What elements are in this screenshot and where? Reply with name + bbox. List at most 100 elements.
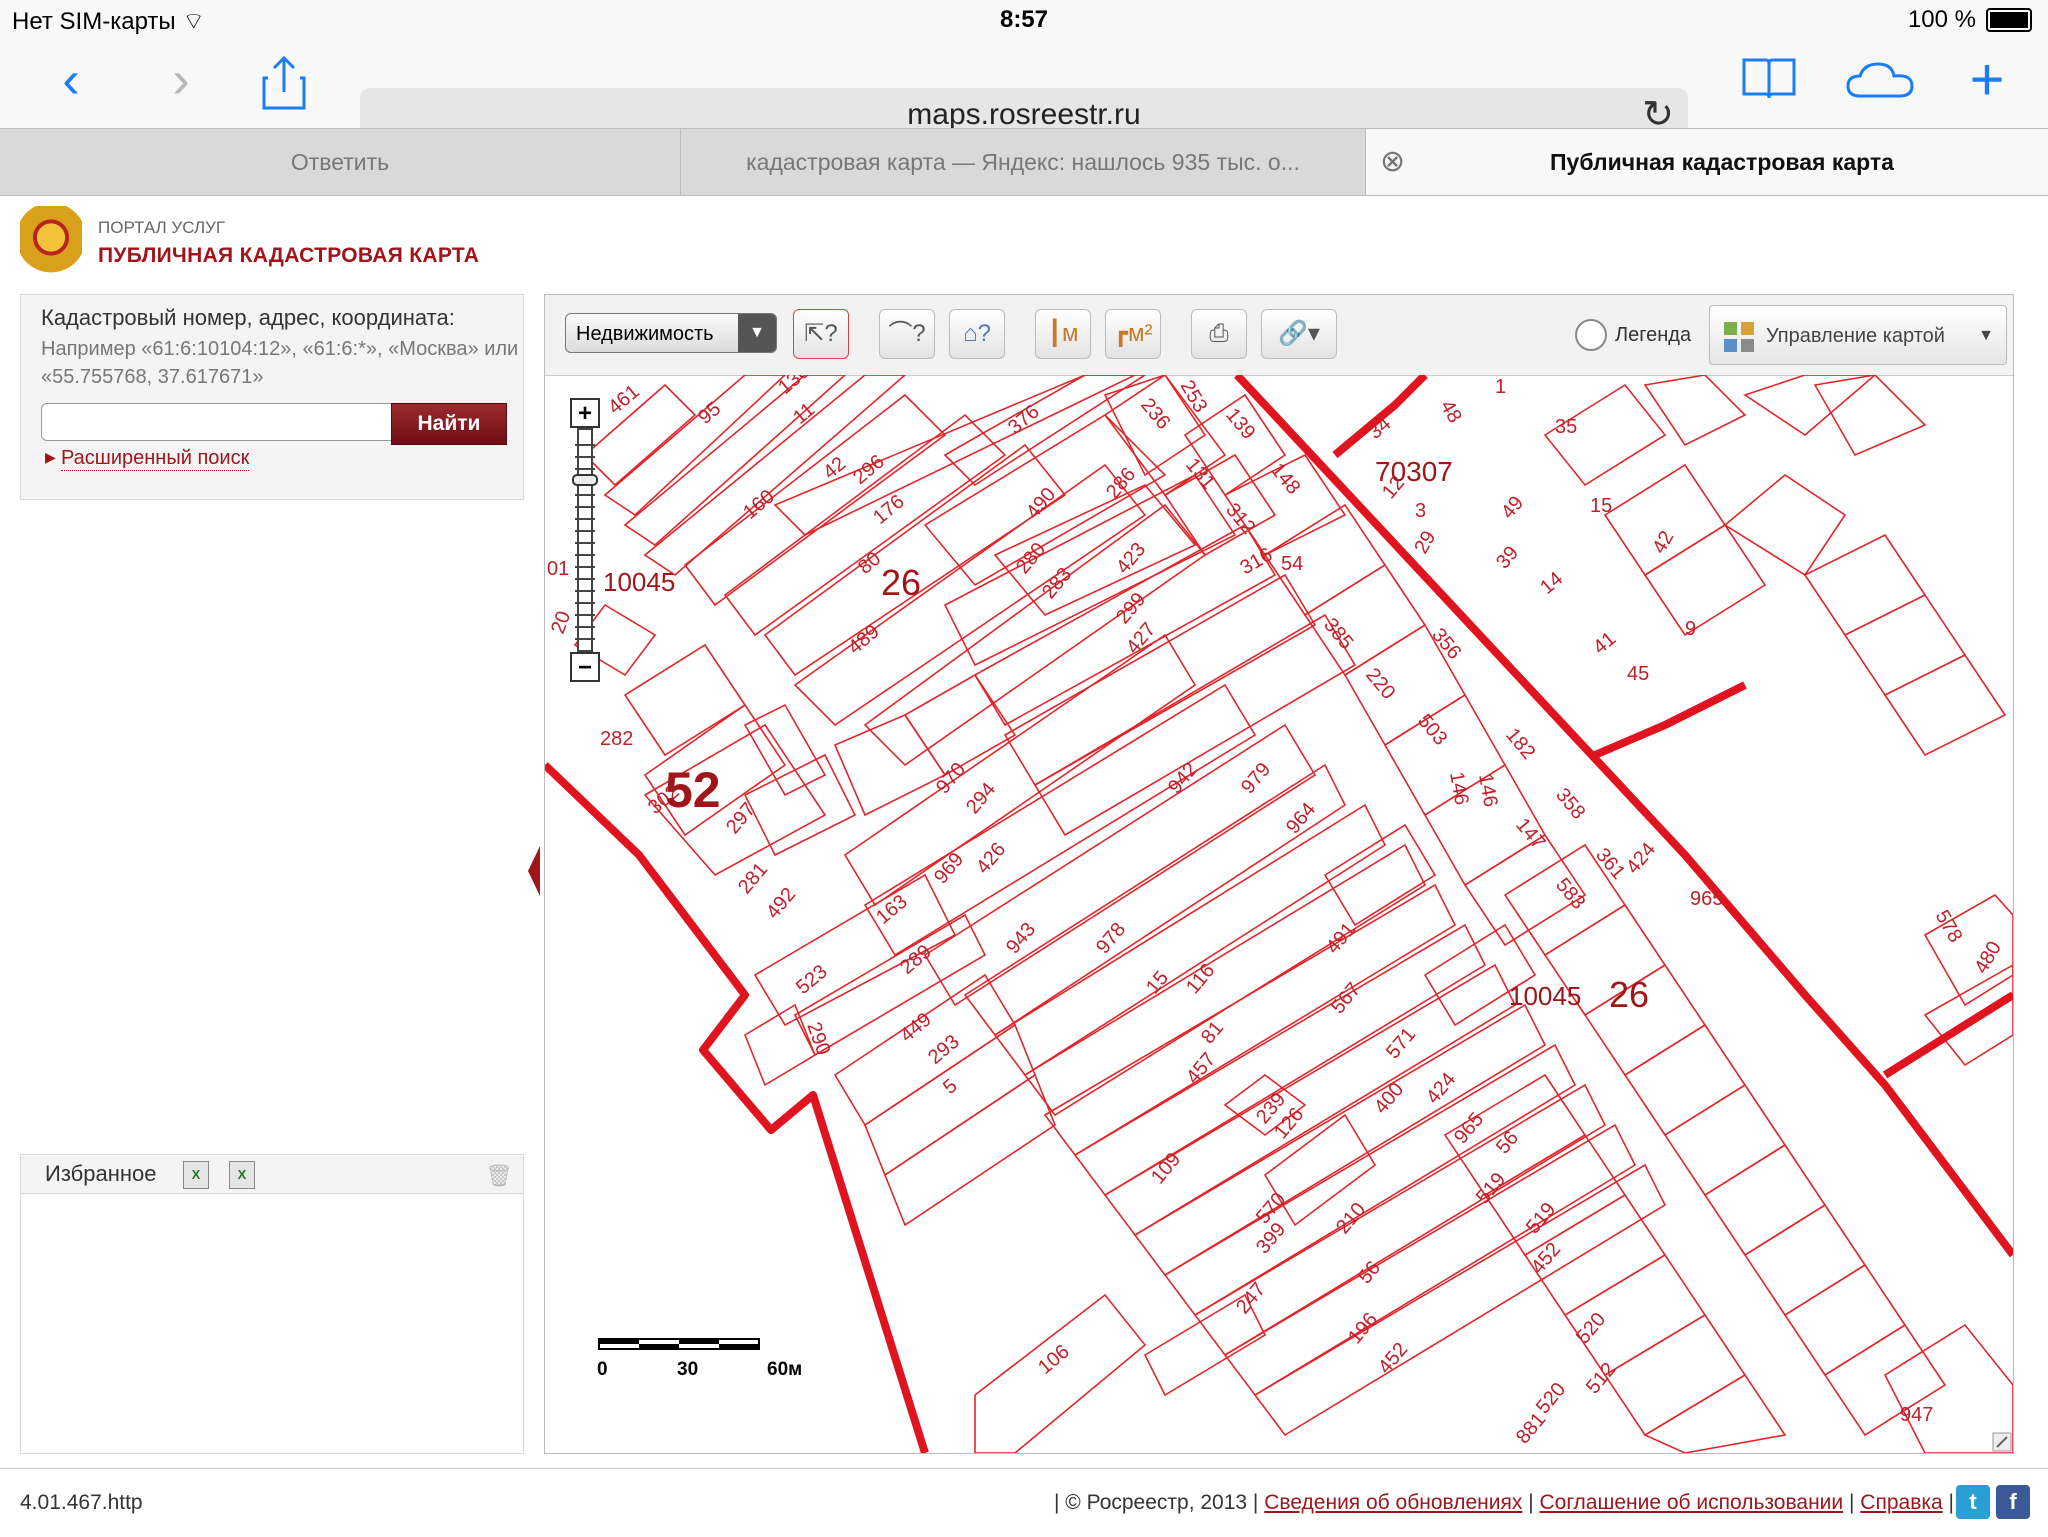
parcel-label: 399: [1252, 1219, 1290, 1259]
parcel-label: 253: [1176, 377, 1212, 417]
back-button[interactable]: ‹: [36, 40, 106, 120]
help-link[interactable]: Справка: [1860, 1491, 1942, 1514]
parcel-label: 400: [1370, 1079, 1408, 1119]
parcel-label: 220: [1361, 664, 1399, 704]
excel-export-icon[interactable]: X: [229, 1161, 255, 1189]
resize-corner-icon[interactable]: [1992, 1432, 2012, 1452]
parcel-label: 148: [1266, 459, 1304, 499]
identify-tool-button[interactable]: ⇱?: [793, 309, 849, 359]
parcel-label: 247: [1232, 1279, 1270, 1319]
parcel-label: 45: [1627, 663, 1649, 685]
layers-grid-icon: [1724, 322, 1754, 352]
facebook-icon[interactable]: f: [1996, 1485, 2030, 1519]
new-tab-button[interactable]: +: [1952, 40, 2022, 120]
parcel-label: 147: [1511, 814, 1549, 854]
advanced-search-link[interactable]: Расширенный поиск: [61, 447, 250, 471]
search-input[interactable]: [41, 403, 399, 441]
parcel-label: 578: [1931, 907, 1967, 947]
tab-yandex[interactable]: кадастровая карта — Яндекс: нашлось 935 …: [681, 129, 1366, 195]
logo[interactable]: [20, 206, 82, 276]
favorites-header: Избранное X X 🗑: [21, 1155, 523, 1194]
parcel-label: 182: [1501, 724, 1539, 764]
parcel-label: 312: [1221, 499, 1259, 539]
trash-icon[interactable]: 🗑: [485, 1163, 513, 1189]
district-label: 52: [665, 762, 721, 818]
collapse-panel-handle[interactable]: [526, 846, 542, 896]
parcel-label: 567: [1327, 979, 1365, 1019]
print-button[interactable]: ⎙: [1191, 309, 1247, 359]
parcel-label: 109: [1147, 1149, 1185, 1189]
excel-import-icon[interactable]: X: [183, 1161, 209, 1189]
select-area-tool-button[interactable]: ⌒?: [879, 309, 935, 359]
close-tab-icon[interactable]: ⊗: [1380, 129, 1405, 195]
twitter-icon[interactable]: t: [1956, 1485, 1990, 1519]
layer-select[interactable]: Недвижимость ▼: [565, 313, 777, 353]
lasso-question-icon: ⌒?: [888, 320, 926, 347]
measure-area-button[interactable]: ┏м²: [1105, 309, 1161, 359]
parcel-label: 15: [1590, 495, 1612, 517]
printer-icon: ⎙: [1209, 320, 1229, 347]
separator: |: [1528, 1491, 1534, 1514]
parcel-label: 423: [1112, 539, 1150, 579]
parcel-label: 523: [792, 961, 832, 999]
parcel-label: 49: [1497, 492, 1528, 523]
map-control-label: Управление картой: [1766, 325, 1945, 347]
parcel-label: 965: [1690, 888, 1723, 910]
scale-label: 30: [677, 1359, 698, 1380]
parcel-label: 282: [600, 728, 633, 750]
parcel-label: 20: [547, 608, 575, 636]
house-question-icon: ⌂?: [963, 320, 991, 347]
parcel-info-tool-button[interactable]: ⌂?: [949, 309, 1005, 359]
minus-icon: −: [578, 654, 592, 681]
map-panel: Недвижимость ▼ ⇱? ⌒? ⌂? ┃м ┏м² ⎙ 🔗▾ Леге…: [544, 294, 2014, 1454]
portal-label: ПОРТАЛ УСЛУГ: [98, 218, 226, 237]
parcel-label: 35: [1555, 416, 1577, 438]
updates-link[interactable]: Сведения об обновлениях: [1264, 1491, 1522, 1514]
battery-percent: 100 %: [1907, 6, 1976, 33]
legend-label: Легенда: [1615, 323, 1692, 346]
forward-button[interactable]: ›: [146, 40, 216, 120]
agreement-link[interactable]: Соглашение об использовании: [1540, 1491, 1844, 1514]
zoom-thumb[interactable]: [572, 474, 598, 486]
tab-cadastral-map[interactable]: ⊗ Публичная кадастровая карта: [1366, 129, 2048, 195]
bookmarks-button[interactable]: [1742, 56, 1796, 105]
measure-length-button[interactable]: ┃м: [1035, 309, 1091, 359]
cadastral-map-canvas[interactable]: 461 95 136 11 42 296 160 176 80 376 236 …: [545, 375, 2013, 1453]
parcel-label: 512: [1582, 1359, 1620, 1399]
link-button[interactable]: 🔗▾: [1261, 309, 1337, 359]
parcel-label: 116: [1182, 960, 1219, 999]
district-label: 10045: [1509, 981, 1581, 1011]
parcel-label: 146: [1445, 770, 1472, 807]
zoom-track[interactable]: [577, 428, 593, 652]
parcel-label: 492: [762, 884, 800, 924]
page-footer: 4.01.467.http | © Росреестр, 2013 | Свед…: [0, 1468, 2048, 1537]
parcel-label: 461: [604, 381, 644, 419]
district-label: 26: [1609, 974, 1649, 1015]
parcel-label: 139: [1221, 404, 1259, 444]
tab-reply[interactable]: Ответить: [0, 129, 681, 195]
map-control-dropdown[interactable]: Управление картой ▼: [1709, 305, 2007, 365]
legend-toggle[interactable]: Легенда: [1575, 319, 1691, 351]
scale-label: 0: [597, 1359, 608, 1380]
scale-bar: 0 30 60м: [597, 1338, 802, 1380]
zoom-control[interactable]: + −: [570, 398, 600, 682]
link-icon: 🔗▾: [1278, 320, 1320, 347]
ruler-icon: ┃м: [1047, 320, 1079, 347]
battery-indicator: 100 %: [1908, 6, 2032, 34]
parcel-label: 54: [1281, 553, 1303, 575]
share-button[interactable]: [262, 54, 306, 117]
find-button[interactable]: Найти: [391, 403, 507, 445]
clock: 8:57: [999, 6, 1049, 33]
parcel-label: 426: [972, 839, 1010, 879]
icloud-tabs-button[interactable]: [1846, 60, 1916, 105]
parcel-label: 520: [1572, 1309, 1610, 1349]
parcel-label: 283: [1038, 564, 1076, 604]
chevron-down-icon: ▼: [738, 314, 776, 352]
parcel-label: 39: [1492, 542, 1523, 573]
parcel-label: 979: [1237, 759, 1275, 799]
book-icon: [1742, 58, 1796, 99]
parcel-label: 3: [1415, 500, 1426, 522]
parcel-label: 48: [1436, 397, 1466, 427]
legend-checkbox[interactable]: [1575, 319, 1607, 351]
search-panel: Кадастровый номер, адрес, координата: На…: [20, 294, 524, 500]
